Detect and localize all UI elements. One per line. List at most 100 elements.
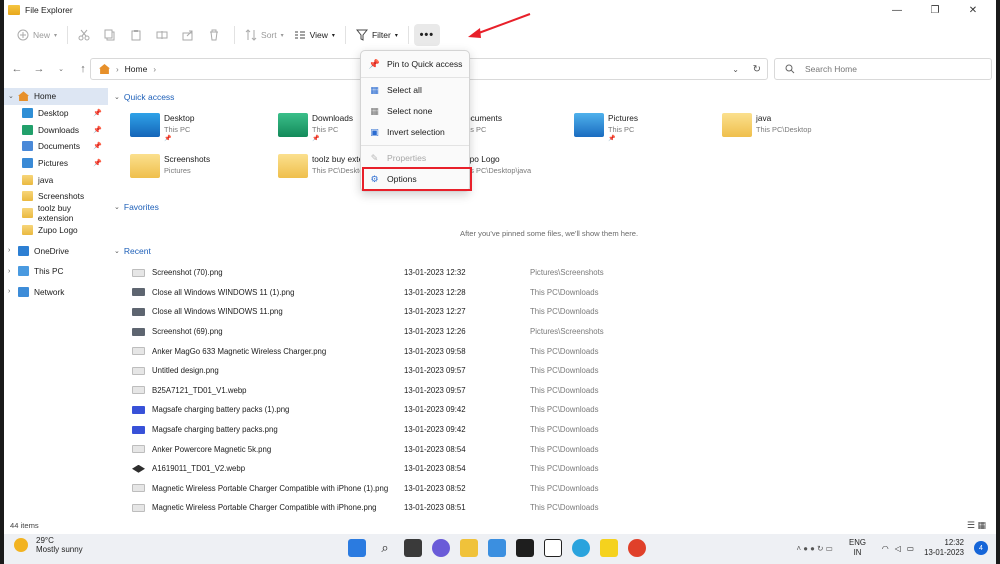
store-icon[interactable] [488, 539, 506, 557]
chat-icon[interactable] [432, 539, 450, 557]
address-dropdown-icon[interactable]: ⌄ [732, 65, 739, 74]
file-location: This PC\Downloads [530, 385, 599, 395]
paste-button[interactable] [125, 24, 151, 46]
network-icon [18, 286, 29, 297]
section-title: Favorites [123, 202, 159, 212]
sidebar-item-pictures[interactable]: Pictures 📌 [4, 155, 108, 172]
file-explorer-icon[interactable] [460, 539, 478, 557]
sidebar-item-desktop[interactable]: Desktop 📌 [4, 105, 108, 122]
notification-badge[interactable]: 4 [974, 541, 988, 555]
quick-access-tile[interactable]: Desktop This PC 📌 [130, 113, 280, 147]
chevron-right-icon[interactable]: › [8, 247, 18, 254]
status-bar: 44 items ☰ ▦ [4, 518, 996, 532]
taskbar: 29°C Mostly sunny ⌕ ˄ ● ● ↻ ▭ ENG IN ◠ ◁… [4, 534, 996, 564]
sidebar-item-java[interactable]: java [4, 171, 108, 188]
sidebar-item-this-pc[interactable]: › This PC [4, 263, 108, 280]
language-indicator[interactable]: ENG IN [849, 538, 866, 558]
sidebar-item-home[interactable]: ⌄ Home [4, 88, 108, 105]
home-icon [99, 64, 110, 74]
sidebar-item-zupo-logo[interactable]: Zupo Logo [4, 222, 108, 239]
view-button[interactable]: View ▾ [289, 24, 340, 46]
minimize-button[interactable]: — [880, 0, 914, 20]
recent-file-row[interactable]: Magsafe charging battery packs.png 13-01-… [132, 420, 652, 440]
view-toggle-icons[interactable]: ☰ ▦ [967, 520, 986, 531]
quick-access-tile[interactable]: Pictures This PC 📌 [574, 113, 724, 147]
invert-selection-icon: ▣ [370, 126, 379, 137]
sort-button[interactable]: Sort ▾ [240, 24, 289, 46]
recent-file-row[interactable]: Magsafe charging battery packs (1).png 13… [132, 400, 652, 420]
tile-name: Zupo Logo [460, 154, 500, 164]
scissors-icon [78, 29, 90, 41]
rename-button[interactable] [151, 24, 177, 46]
maximize-button[interactable]: ❐ [918, 0, 952, 20]
sticky-notes-icon[interactable] [600, 539, 618, 557]
breadcrumb[interactable]: Home [125, 64, 148, 74]
menu-item-select-none[interactable]: ▦ Select none [361, 101, 469, 121]
tray-icons[interactable]: ˄ ● ● ↻ ▭ [796, 544, 833, 553]
sidebar-item-network[interactable]: › Network [4, 284, 108, 301]
delete-button[interactable] [203, 24, 229, 46]
cut-button[interactable] [73, 24, 99, 46]
file-date: 13-01-2023 12:27 [404, 307, 466, 317]
chevron-down-icon[interactable]: ⌄ [8, 92, 18, 100]
section-header-favorites[interactable]: ⌄ Favorites [114, 202, 159, 212]
section-header-quick-access[interactable]: ⌄ Quick access [114, 92, 174, 102]
forward-button[interactable]: → [28, 58, 50, 80]
section-header-recent[interactable]: ⌄ Recent [114, 246, 151, 256]
menu-item-label: Select all [387, 85, 422, 95]
menu-divider [361, 145, 469, 146]
sidebar-item-toolz-buy-extension[interactable]: toolz buy extension [4, 203, 108, 223]
menu-item-select-all[interactable]: ▦ Select all [361, 80, 469, 100]
sidebar-item-downloads[interactable]: Downloads 📌 [4, 121, 108, 138]
file-name: Close all Windows WINDOWS 11 (1).png [152, 287, 295, 297]
recent-file-row[interactable]: Untitled design.png 13-01-2023 09:57 This … [132, 361, 652, 381]
chevron-right-icon[interactable]: › [8, 288, 18, 295]
file-name: Close all Windows WINDOWS 11.png [152, 307, 283, 317]
menu-item-invert-selection[interactable]: ▣ Invert selection [361, 122, 469, 142]
recent-file-row[interactable]: Magnetic Wireless Portable Charger Compa… [132, 479, 652, 499]
battery-icon[interactable]: ▭ [907, 544, 914, 553]
chevron-right-icon: › [116, 64, 119, 74]
recent-file-row[interactable]: Magnetic Wireless Portable Charger Compa… [132, 498, 652, 518]
weather-widget[interactable]: 29°C Mostly sunny [14, 536, 83, 554]
quick-access-tile[interactable]: Screenshots Pictures [130, 154, 280, 188]
recent-file-row[interactable]: Anker Powercore Magnetic 5k.png 13-01-202… [132, 439, 652, 459]
recent-file-row[interactable]: Screenshot (70).png 13-01-2023 12:32 Pictu… [132, 263, 652, 283]
volume-icon[interactable]: ◁ [895, 544, 901, 553]
menu-item-pin-to-quick-access[interactable]: 📌 Pin to Quick access [361, 54, 469, 74]
recent-file-row[interactable]: B25A7121_TD01_V1.webp 13-01-2023 09:57 Thi… [132, 381, 652, 401]
see-more-button[interactable]: ••• [413, 24, 440, 46]
filter-button[interactable]: Filter ▾ [351, 24, 403, 46]
telegram-icon[interactable] [572, 539, 590, 557]
wifi-icon[interactable]: ◠ [882, 544, 889, 553]
copy-button[interactable] [99, 24, 125, 46]
app-icon[interactable] [516, 539, 534, 557]
task-view-icon[interactable] [404, 539, 422, 557]
start-button-icon[interactable] [348, 539, 366, 557]
close-button[interactable]: ✕ [956, 0, 990, 20]
notion-icon[interactable] [544, 539, 562, 557]
file-name: Magnetic Wireless Portable Charger Compa… [152, 483, 389, 493]
chevron-right-icon[interactable]: › [8, 268, 18, 275]
chevron-down-icon: ⌄ [114, 204, 120, 211]
clock[interactable]: 12:32 13-01-2023 [924, 538, 964, 558]
file-location: Pictures\Screenshots [530, 268, 604, 278]
chrome-icon[interactable] [628, 539, 646, 557]
search-icon[interactable]: ⌕ [376, 539, 394, 557]
search-box[interactable]: Search Home [774, 58, 992, 80]
image-file-icon [132, 347, 145, 356]
recent-file-row[interactable]: Close all Windows WINDOWS 11 (1).png 13-0… [132, 283, 652, 303]
recent-file-row[interactable]: A1619011_TD01_V2.webp 13-01-2023 08:54 Thi… [132, 459, 652, 479]
refresh-icon[interactable]: ↻ [753, 64, 761, 75]
sidebar-item-onedrive[interactable]: › OneDrive [4, 242, 108, 259]
quick-access-tile[interactable]: java This PC\Desktop [722, 113, 872, 147]
new-button[interactable]: New ▾ [12, 24, 62, 46]
recent-file-row[interactable]: Screenshot (69).png 13-01-2023 12:26 Pictu… [132, 322, 652, 342]
file-date: 13-01-2023 09:57 [404, 366, 466, 376]
recent-file-row[interactable]: Close all Windows WINDOWS 11.png 13-01-20… [132, 302, 652, 322]
back-button[interactable]: ← [6, 58, 28, 80]
recent-file-row[interactable]: Anker MagGo 633 Magnetic Wireless Charge… [132, 341, 652, 361]
sidebar-item-documents[interactable]: Documents 📌 [4, 138, 108, 155]
recent-locations-button[interactable]: ⌄ [50, 58, 72, 80]
share-button[interactable] [177, 24, 203, 46]
